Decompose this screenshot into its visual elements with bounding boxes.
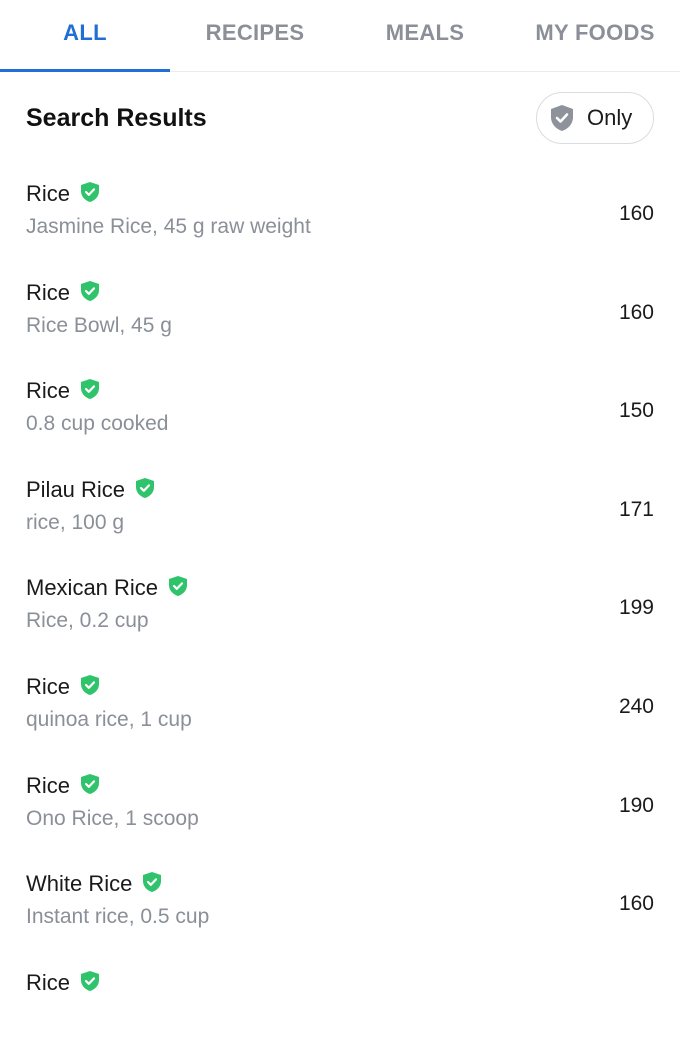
food-name: Rice: [26, 181, 71, 206]
calories-value: 240: [618, 694, 654, 718]
list-item[interactable]: Rice Ono Rice, 1 scoop 190: [0, 757, 680, 856]
verified-shield-icon: [80, 378, 100, 400]
food-description: Rice, 0.2 cup: [26, 609, 149, 633]
food-description: rice, 100 g: [26, 510, 125, 534]
list-item[interactable]: Rice quinoa rice, 1 cup 240: [0, 658, 680, 757]
food-description: Ono Rice, 1 scoop: [26, 806, 199, 830]
verified-only-filter-button[interactable]: Only: [536, 92, 654, 144]
active-tab-indicator: [0, 69, 170, 72]
search-results-list: Rice Jasmine Rice, 45 g raw weight 160 R…: [0, 165, 680, 1052]
calories-value: 160: [618, 202, 654, 225]
list-item[interactable]: Rice 0.8 cup cooked 150: [0, 362, 680, 461]
tab-meals[interactable]: MEALS: [340, 0, 510, 72]
shield-check-icon: [549, 104, 575, 132]
list-item[interactable]: Rice Jasmine Rice, 45 g raw weight 160: [0, 165, 680, 264]
tab-bar: ALL RECIPES MEALS MY FOODS: [0, 0, 680, 72]
verified-shield-icon: [142, 871, 162, 893]
tab-all[interactable]: ALL: [0, 0, 170, 72]
verified-shield-icon: [168, 575, 188, 597]
food-description: Jasmine Rice, 45 g raw weight: [26, 215, 311, 238]
verified-shield-icon: [80, 970, 100, 992]
verified-shield-icon: [80, 280, 100, 302]
food-name: Pilau Rice: [26, 476, 126, 502]
page-title: Search Results: [26, 104, 207, 132]
calories-value: 199: [618, 596, 654, 620]
verified-shield-icon: [80, 773, 100, 795]
tab-recipes[interactable]: RECIPES: [170, 0, 340, 72]
food-name: Rice: [26, 969, 71, 995]
calories-value: 171: [618, 497, 654, 521]
food-name: Rice: [26, 673, 71, 699]
calories-value: 190: [618, 793, 654, 817]
list-item[interactable]: Rice Rice Bowl, 45 g 160: [0, 264, 680, 363]
food-name: Rice: [26, 772, 71, 798]
list-item[interactable]: Pilau Rice rice, 100 g 171: [0, 461, 680, 560]
verified-shield-icon: [135, 477, 155, 499]
food-description: Instant rice, 0.5 cup: [26, 905, 210, 929]
food-name: Rice: [26, 279, 71, 305]
calories-value: 160: [618, 300, 654, 324]
filter-label: Only: [587, 105, 633, 130]
results-header: Search Results Only: [0, 92, 680, 148]
calories-value: 160: [618, 892, 654, 916]
list-item[interactable]: White Rice Instant rice, 0.5 cup 160: [0, 855, 680, 954]
verified-shield-icon: [80, 181, 100, 203]
food-name: Mexican Rice: [26, 575, 159, 601]
verified-shield-icon: [80, 674, 100, 696]
food-name: White Rice: [26, 871, 133, 897]
list-item[interactable]: Rice: [0, 954, 680, 1052]
food-description: quinoa rice, 1 cup: [26, 707, 192, 731]
tab-my-foods[interactable]: MY FOODS: [510, 0, 680, 72]
list-item[interactable]: Mexican Rice Rice, 0.2 cup 199: [0, 559, 680, 658]
food-description: Rice Bowl, 45 g: [26, 313, 172, 337]
food-description: 0.8 cup cooked: [26, 412, 169, 436]
calories-value: 150: [618, 399, 654, 423]
food-name: Rice: [26, 378, 71, 404]
